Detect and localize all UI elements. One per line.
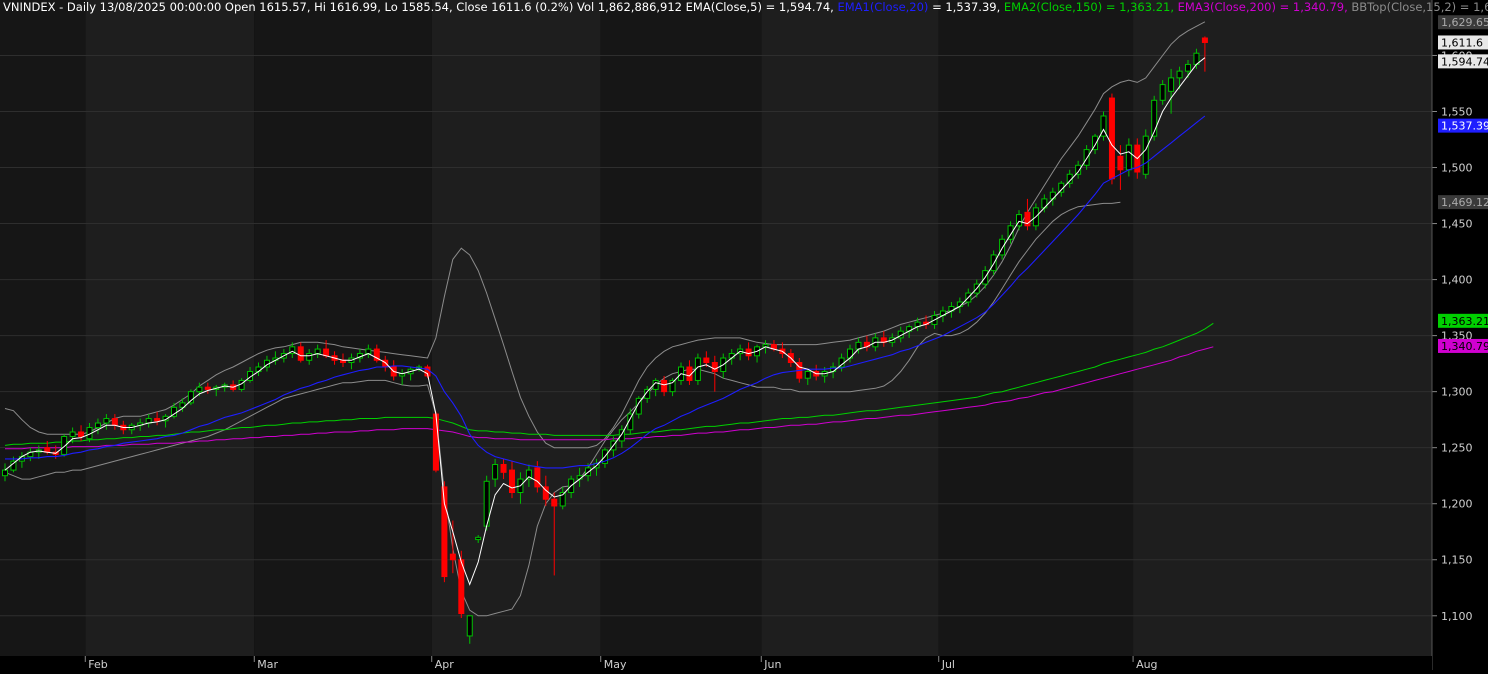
y-tick-label: 1,300 xyxy=(1441,386,1473,399)
candle-body-up xyxy=(855,341,862,350)
candle-body-up xyxy=(1049,191,1056,200)
y-tick-label: 1,200 xyxy=(1441,498,1473,511)
candle-body-up xyxy=(1159,84,1166,101)
candle-body-down xyxy=(297,346,304,361)
candle-body-down xyxy=(509,469,515,494)
candle-body-up xyxy=(1168,77,1175,92)
candle-body-down xyxy=(154,418,161,422)
candle-body-down xyxy=(323,348,330,357)
candle-body-down xyxy=(711,362,718,372)
y-tick-label: 1,100 xyxy=(1441,610,1473,623)
candle-body-down xyxy=(745,348,752,357)
candle-body-up xyxy=(196,386,203,393)
candle-body-down xyxy=(534,467,541,488)
header-indicator: EMA1(Close,20) xyxy=(837,0,932,14)
y-tick-label: 1,450 xyxy=(1441,218,1473,231)
header-indicator: EMA3(Close,200) = 1,340.79, xyxy=(1178,0,1352,14)
value-tag-label: 1,594.74 xyxy=(1441,55,1488,68)
chart-header: VNINDEX - Daily 13/08/2025 00:00:00 Open… xyxy=(3,0,1488,14)
month-band xyxy=(938,0,1134,670)
candle-body-up xyxy=(2,469,8,477)
candle-body-up xyxy=(255,366,262,372)
price-axis: 1,1001,1501,2001,2501,3001,3501,4001,450… xyxy=(1431,0,1488,670)
month-band xyxy=(600,0,762,670)
candle-body-up xyxy=(314,348,321,355)
header-indicator: EMA(Close,5) = 1,594.74, xyxy=(686,0,838,14)
month-band xyxy=(0,0,86,670)
candle-body-up xyxy=(103,418,110,424)
y-tick-label: 1,500 xyxy=(1441,162,1473,175)
value-tag-label: 1,363.21 xyxy=(1441,315,1488,328)
candle-body-up xyxy=(69,431,76,437)
x-tick-label: Apr xyxy=(435,658,455,670)
month-bands xyxy=(0,0,1432,670)
x-tick-label: Jul xyxy=(941,658,955,670)
candle-body-down xyxy=(449,553,456,561)
header-indicator: EMA2(Close,150) = 1,363.21, xyxy=(1004,0,1178,14)
candle-body-up xyxy=(999,238,1006,256)
value-tag-label: 1,537.39 xyxy=(1441,120,1488,133)
candle-body-down xyxy=(204,386,211,390)
date-axis: Feb Mar Apr May Jun Jul Aug xyxy=(0,656,1432,671)
month-band xyxy=(85,0,255,670)
candle-body-up xyxy=(466,615,473,637)
candle-body-up xyxy=(1125,144,1132,171)
candle-body-down xyxy=(551,498,558,507)
value-tag-label: 1,469.12 xyxy=(1441,196,1488,209)
month-band xyxy=(1133,0,1432,670)
candle-body-down xyxy=(703,357,710,364)
header-title: VNINDEX - Daily 13/08/2025 00:00:00 Open… xyxy=(3,0,686,14)
candle-body-up xyxy=(1083,149,1090,166)
x-tick-label: May xyxy=(604,658,627,670)
header-indicator: = 1,537.39, xyxy=(932,0,1004,14)
candle-body-down xyxy=(1201,37,1208,43)
candle-body-up xyxy=(1176,70,1183,79)
stock-chart[interactable]: 1,100 1,150 1,200 1,250 1,300 1,350 1,400 1,450… xyxy=(0,0,1488,671)
month-band xyxy=(761,0,939,670)
header-indicator: BBTop(Close,15,2) = 1,629.65, xyxy=(1351,0,1488,14)
candle-body-up xyxy=(1185,63,1191,72)
candle-body-down xyxy=(1108,97,1115,180)
candle-body-down xyxy=(1117,155,1124,171)
value-tag-label: 1,629.65 xyxy=(1441,16,1488,29)
candle-body-down xyxy=(432,413,439,471)
x-tick-label: Aug xyxy=(1136,658,1157,670)
value-tag-label: 1,340.79 xyxy=(1441,340,1488,353)
candle-body-down xyxy=(661,379,668,393)
candle-body-down xyxy=(78,431,85,437)
candle-body-up xyxy=(365,348,372,355)
candle-body-down xyxy=(111,418,118,426)
month-band xyxy=(254,0,432,670)
candle-body-up xyxy=(492,463,499,480)
candle-body-up xyxy=(1142,135,1149,175)
candle-body-down xyxy=(500,463,507,473)
candle-body-up xyxy=(306,353,313,361)
candle-body-up xyxy=(475,536,482,541)
y-tick-label: 1,150 xyxy=(1441,554,1473,567)
y-tick-label: 1,550 xyxy=(1441,105,1473,118)
x-tick-label: Feb xyxy=(88,658,107,670)
y-tick-label: 1,400 xyxy=(1441,274,1473,287)
x-tick-label: Jun xyxy=(763,658,781,670)
y-tick-label: 1,250 xyxy=(1441,442,1473,455)
value-tag-label: 1,611.6 xyxy=(1441,36,1483,49)
x-tick-label: Mar xyxy=(257,658,278,670)
candle-body-up xyxy=(804,370,811,379)
candle-body-up xyxy=(94,422,101,429)
x-axis-background xyxy=(0,656,1432,670)
chart-svg: 1,1001,1501,2001,2501,3001,3501,4001,450… xyxy=(0,0,1488,671)
